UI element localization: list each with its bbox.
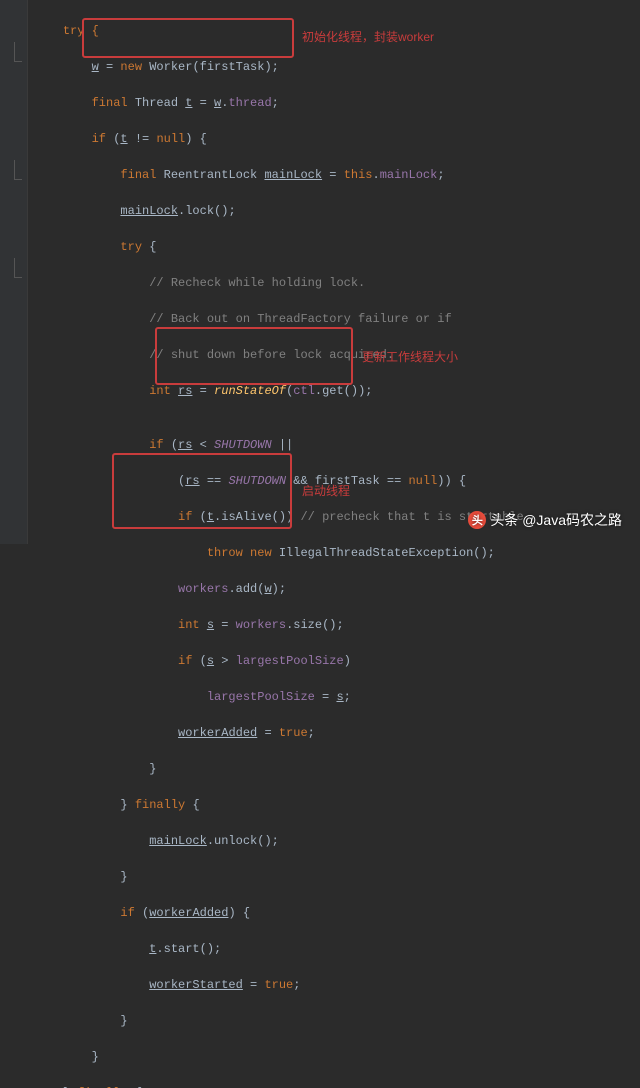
watermark-text: 头条 @Java码农之路 bbox=[490, 510, 622, 530]
code-line: mainLock.lock(); bbox=[34, 202, 640, 220]
code-line: } bbox=[34, 760, 640, 778]
code-line: } bbox=[34, 1012, 640, 1030]
code-line: w = new Worker(firstTask); bbox=[34, 58, 640, 76]
code-line: largestPoolSize = s; bbox=[34, 688, 640, 706]
code-line: workerAdded = true; bbox=[34, 724, 640, 742]
code-line: // shut down before lock acquired. bbox=[34, 346, 640, 364]
code-editor[interactable]: try { w = new Worker(firstTask); final T… bbox=[28, 0, 640, 1088]
code-line: } finally { bbox=[34, 796, 640, 814]
code-line: // Recheck while holding lock. bbox=[34, 274, 640, 292]
code-line: workers.add(w); bbox=[34, 580, 640, 598]
annotation-update: 更新工作线程大小 bbox=[362, 348, 458, 365]
code-line: int rs = runStateOf(ctl.get()); bbox=[34, 382, 640, 400]
code-line: t.start(); bbox=[34, 940, 640, 958]
code-line: if (s > largestPoolSize) bbox=[34, 652, 640, 670]
annotation-init: 初始化线程，封装worker bbox=[302, 28, 434, 45]
watermark: 头 头条 @Java码农之路 bbox=[468, 510, 622, 530]
watermark-icon: 头 bbox=[468, 511, 486, 529]
code-line: try { bbox=[34, 238, 640, 256]
code-line: int s = workers.size(); bbox=[34, 616, 640, 634]
code-line: if (t != null) { bbox=[34, 130, 640, 148]
code-line: if (workerAdded) { bbox=[34, 904, 640, 922]
annotation-start: 启动线程 bbox=[302, 482, 350, 499]
code-line: } bbox=[34, 868, 640, 886]
code-line: if (rs < SHUTDOWN || bbox=[34, 436, 640, 454]
code-line: // Back out on ThreadFactory failure or … bbox=[34, 310, 640, 328]
code-line: final Thread t = w.thread; bbox=[34, 94, 640, 112]
code-line: throw new IllegalThreadStateException(); bbox=[34, 544, 640, 562]
line-gutter bbox=[0, 0, 28, 544]
code-line: mainLock.unlock(); bbox=[34, 832, 640, 850]
code-line: } finally { bbox=[34, 1084, 640, 1088]
code-line: workerStarted = true; bbox=[34, 976, 640, 994]
code-line: final ReentrantLock mainLock = this.main… bbox=[34, 166, 640, 184]
code-line: } bbox=[34, 1048, 640, 1066]
